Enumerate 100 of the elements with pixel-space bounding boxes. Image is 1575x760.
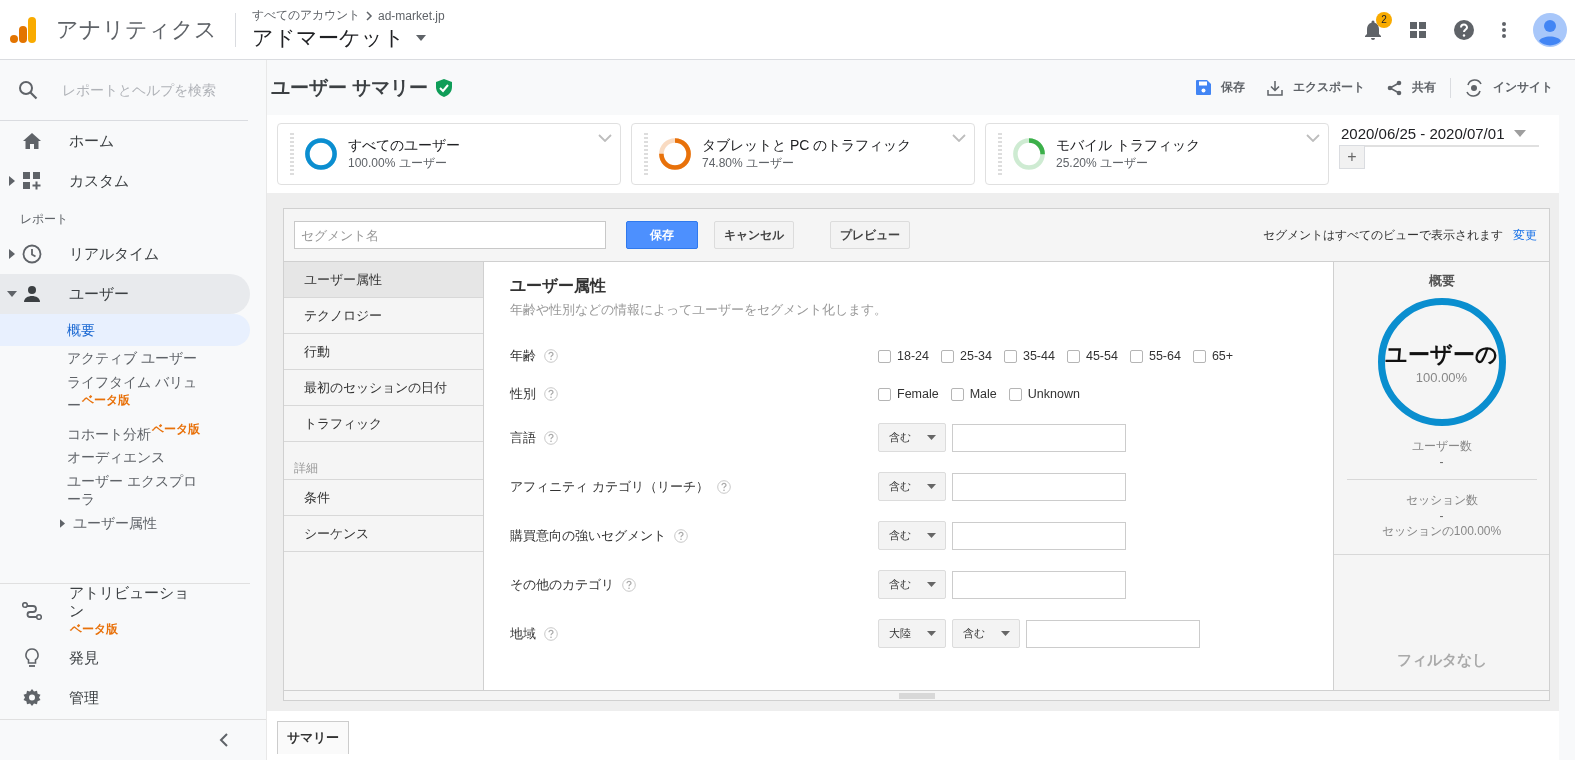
avatar-icon[interactable] (1533, 12, 1567, 47)
value-field[interactable] (952, 521, 1126, 550)
value-field[interactable] (952, 423, 1126, 452)
checkbox-label: 18-24 (897, 349, 929, 363)
value-field[interactable] (1026, 619, 1200, 648)
section-label: レポート (19, 211, 69, 228)
nav-subitem[interactable]: ライフタイム バリュー$^{ベータ版}$ (0, 370, 250, 417)
chevron-down-icon[interactable] (952, 134, 966, 142)
chevron-down-icon[interactable] (1306, 134, 1320, 142)
stat-label: セッション数 (1405, 492, 1478, 509)
category-tab[interactable]: シーケンス (284, 516, 483, 552)
report-tab[interactable]: サマリー (277, 721, 349, 754)
toolbar-button[interactable]: 共有 (1387, 79, 1436, 96)
segment-name: すべてのユーザー (348, 136, 460, 155)
nav-subitem[interactable]: アクティブ ユーザー (0, 346, 250, 370)
nav-item[interactable]: ホーム (0, 121, 250, 161)
nav-subitem[interactable]: コホート分析$^{ベータ版}$ (0, 416, 250, 446)
change-link[interactable]: 変更 (1513, 226, 1537, 244)
caret-down-icon (927, 533, 936, 538)
editor-button[interactable]: キャンセル (714, 221, 794, 249)
checkbox[interactable] (878, 387, 891, 401)
segment-name: タブレットと PC のトラフィック (702, 136, 912, 155)
page-title: ユーザー サマリー (271, 75, 429, 100)
more-vertical-icon[interactable] (1501, 20, 1507, 39)
report-search-field[interactable]: レポートとヘルプを検索 (60, 81, 234, 99)
nav-item[interactable]: 発見 (0, 638, 266, 678)
segment-card[interactable]: タブレットと PC のトラフィック 74.80% ユーザー (631, 123, 975, 185)
category-tab[interactable]: トラフィック (284, 406, 483, 442)
caret-down-icon (927, 582, 936, 587)
stat-value: - (1439, 455, 1444, 469)
help-icon[interactable] (1453, 18, 1475, 41)
dropdown[interactable]: 大陸 (878, 619, 946, 648)
dropdown[interactable]: 含む (952, 619, 1020, 648)
home-icon (22, 133, 42, 149)
nav-subitem[interactable]: ユーザー属性 (0, 511, 250, 536)
checkbox[interactable] (950, 387, 964, 401)
category-tab[interactable]: 条件 (284, 480, 483, 516)
caret-down-icon (927, 631, 936, 636)
segment-share: 74.80% ユーザー (702, 154, 796, 172)
checkbox[interactable] (941, 349, 954, 363)
account-name[interactable]: ad-market.jp (378, 8, 445, 23)
breadcrumb-link[interactable]: すべてのアカウント (252, 7, 360, 24)
checkbox[interactable] (1192, 349, 1206, 363)
segment-ring (304, 137, 338, 171)
dropdown[interactable]: 含む (878, 423, 946, 452)
checkbox[interactable] (1008, 387, 1022, 401)
toolbar-button[interactable]: 保存 (1196, 79, 1245, 96)
checkbox-label: Female (897, 387, 939, 401)
toolbar-button[interactable]: インサイト (1465, 78, 1553, 97)
checkbox-label: 25-34 (960, 349, 992, 363)
checkbox-label: 35-44 (1022, 349, 1055, 363)
checkbox[interactable] (1003, 349, 1017, 363)
field-label: 購買意向の強いセグメント (510, 526, 666, 545)
resize-handle-icon[interactable] (898, 692, 935, 699)
checkbox-label: 65+ (1211, 349, 1234, 363)
dropdown[interactable]: 含む (878, 472, 946, 501)
add-segment-button[interactable]: + (1339, 145, 1365, 169)
nav-item[interactable]: アトリビューション ベータ版 (0, 584, 266, 638)
toolbar-button[interactable]: エクスポート (1267, 79, 1365, 96)
checkbox[interactable] (1066, 349, 1080, 363)
field-label: 言語 (510, 428, 536, 447)
checkbox[interactable] (878, 349, 891, 363)
dropdown[interactable]: 含む (878, 570, 946, 599)
nav-item[interactable]: リアルタイム (0, 234, 250, 274)
segment-card[interactable]: すべてのユーザー 100.00% ユーザー (277, 123, 621, 185)
summary-heading: 概要 (1428, 272, 1455, 290)
category-tab[interactable]: テクノロジー (284, 298, 483, 334)
dropdown[interactable]: 含む (878, 521, 946, 550)
dashboard-plus-icon (22, 172, 42, 190)
nav-item[interactable]: 管理 (0, 678, 266, 718)
field-label: 年齢 (510, 347, 536, 365)
panel-title: ユーザー属性 (510, 276, 607, 296)
shield-check-icon (436, 78, 453, 97)
collapse-chevron-icon[interactable] (219, 733, 228, 747)
segment-name-field[interactable]: セグメント名 (294, 221, 606, 249)
caret-down-icon (1514, 130, 1527, 137)
nav-item[interactable]: カスタム (0, 161, 250, 201)
nav-subitem[interactable]: 概要 (0, 314, 250, 346)
segment-card[interactable]: モバイル トラフィック 25.20% ユーザー (985, 123, 1329, 185)
apps-grid-icon[interactable] (1409, 20, 1427, 39)
settings-icon (22, 689, 42, 707)
nav-item[interactable]: ユーザー (0, 274, 250, 314)
stat-value: - (1439, 509, 1444, 523)
checkbox-label: Unknown (1027, 387, 1080, 401)
ring-value: 100.00% (1415, 369, 1468, 385)
category-tab[interactable]: 行動 (284, 334, 483, 370)
category-tab[interactable]: 最初のセッションの日付 (284, 370, 483, 406)
filter-note: フィルタなし (1396, 651, 1487, 670)
category-tab[interactable]: ユーザー属性 (284, 262, 483, 298)
bell-icon[interactable] (1363, 18, 1383, 41)
value-field[interactable] (952, 472, 1126, 501)
property-selector[interactable]: アドマーケット (252, 24, 445, 52)
clock-icon (22, 244, 42, 264)
value-field[interactable] (952, 570, 1126, 599)
nav-subitem[interactable]: オーディエンス (0, 445, 250, 470)
field-label: 性別 (510, 385, 536, 403)
chevron-down-icon[interactable] (598, 134, 612, 142)
nav-subitem[interactable]: ユーザー エクスプローラ (0, 469, 250, 512)
checkbox[interactable] (1129, 349, 1143, 363)
editor-button[interactable]: プレビュー (830, 221, 910, 249)
